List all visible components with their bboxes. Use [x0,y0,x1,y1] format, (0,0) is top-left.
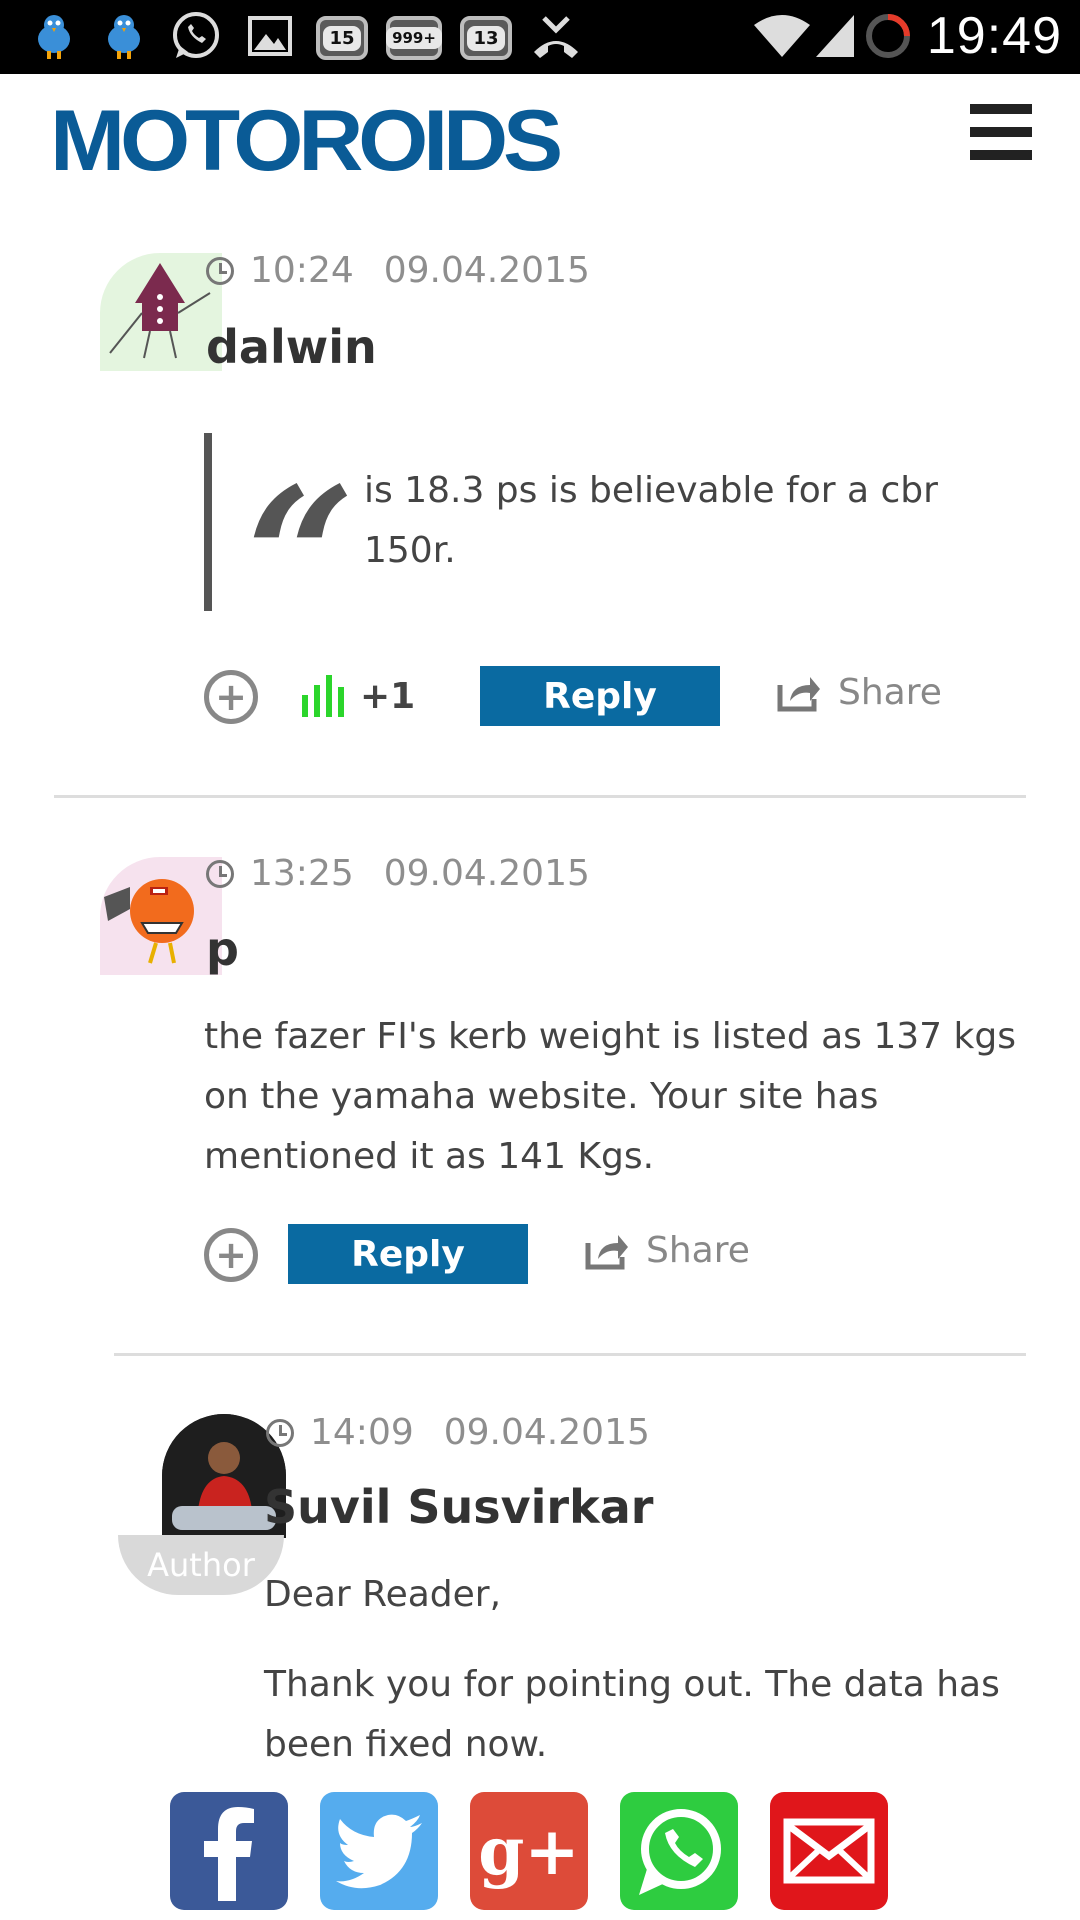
quoted-text: “ is 18.3 ps is believable for a cbr 150… [204,433,964,653]
comment-author[interactable]: Suvil Susvirkar [264,1480,653,1534]
whatsapp-icon [639,1809,721,1895]
email-icon [783,1818,875,1884]
reply-button[interactable]: Reply [480,666,720,726]
share-icon [777,676,820,711]
google-plus-share-button[interactable]: g+ [470,1792,588,1910]
twitter-share-button[interactable] [320,1792,438,1910]
comment-meta: 14:09 09.04.2015 [266,1412,650,1453]
site-header: MOTOROIDS [0,74,1080,200]
share-button[interactable]: Share [776,672,942,713]
google-plus-icon: g+ [478,1812,580,1890]
vote-count: +1 [360,676,416,717]
comment-meta: 10:24 09.04.2015 [206,250,590,291]
clock-icon [206,256,234,285]
comment-date: 09.04.2015 [443,1412,650,1453]
site-logo[interactable]: MOTOROIDS [50,98,563,184]
twitter-icon [336,1814,422,1889]
comment-time: 10:24 [250,250,354,291]
wifi-icon [752,10,812,62]
avatar [100,253,222,371]
social-share-bar: g+ [0,1780,1080,1920]
reply-button[interactable]: Reply [288,1224,528,1284]
comment-time: 14:09 [310,1412,414,1453]
status-bar: 15 999+ 13 19:49 [0,0,1080,74]
comment-author[interactable]: p [206,922,239,976]
share-label: Share [838,672,942,713]
quote-icon: “ [246,446,356,669]
notification-badge: 999+ [386,16,442,60]
author-tag: Author [118,1535,284,1595]
clock-icon [206,859,234,888]
whatsapp-share-button[interactable] [620,1792,738,1910]
comment-meta: 13:25 09.04.2015 [206,853,590,894]
whatsapp-notification-icon [170,10,222,62]
gallery-icon [244,10,296,62]
hamburger-icon[interactable] [970,104,1032,160]
quote-body: is 18.3 ps is believable for a cbr 150r. [364,470,938,571]
comment-date: 09.04.2015 [383,853,590,894]
add-vote-button[interactable]: + [204,670,258,724]
share-button[interactable]: Share [584,1230,750,1271]
divider [114,1353,1026,1356]
avatar [100,857,222,975]
notification-badge: 13 [460,16,512,60]
comment-paragraph: Thank you for pointing out. The data has… [264,1664,1000,1765]
facebook-icon [204,1807,254,1901]
clock-icon [266,1418,294,1447]
comment-body: the fazer FI's kerb weight is listed as … [204,1016,1016,1177]
share-icon [585,1234,628,1269]
missed-call-icon [530,10,582,62]
email-share-button[interactable] [770,1792,888,1910]
clock-time: 19:49 [926,7,1062,65]
add-vote-button[interactable]: + [204,1228,258,1282]
comment-author[interactable]: dalwin [206,320,377,374]
facebook-share-button[interactable] [170,1792,288,1910]
bird-app-icon [98,10,150,62]
rating-bars-icon [302,675,344,717]
signal-icon [810,10,862,62]
share-label: Share [646,1230,750,1271]
comment-date: 09.04.2015 [383,250,590,291]
divider [54,795,1026,798]
notification-badge: 15 [316,16,368,60]
comment-paragraph: Dear Reader, [264,1574,502,1615]
loading-ring-icon [862,10,914,62]
comment-time: 13:25 [250,853,354,894]
bird-app-icon [28,10,80,62]
